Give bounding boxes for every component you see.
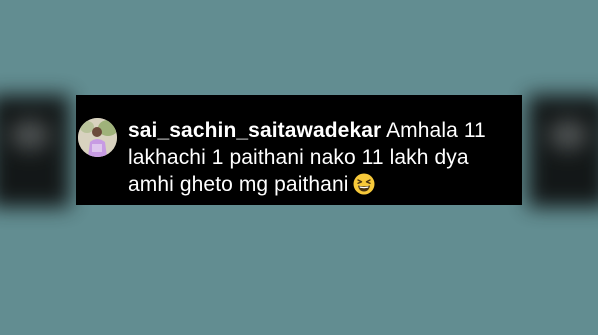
comment-body: sai_sachin_saitawadekar Amhala 11 lakhac… — [128, 117, 516, 198]
background-blur-right — [528, 95, 598, 207]
grinning-squinting-face-icon — [353, 173, 375, 195]
avatar[interactable] — [78, 118, 117, 157]
comment-username[interactable]: sai_sachin_saitawadekar — [128, 119, 381, 142]
avatar-photo-icon — [78, 118, 117, 157]
comment-card: sai_sachin_saitawadekar Amhala 11 lakhac… — [76, 95, 522, 205]
background-blur-left — [0, 95, 70, 207]
